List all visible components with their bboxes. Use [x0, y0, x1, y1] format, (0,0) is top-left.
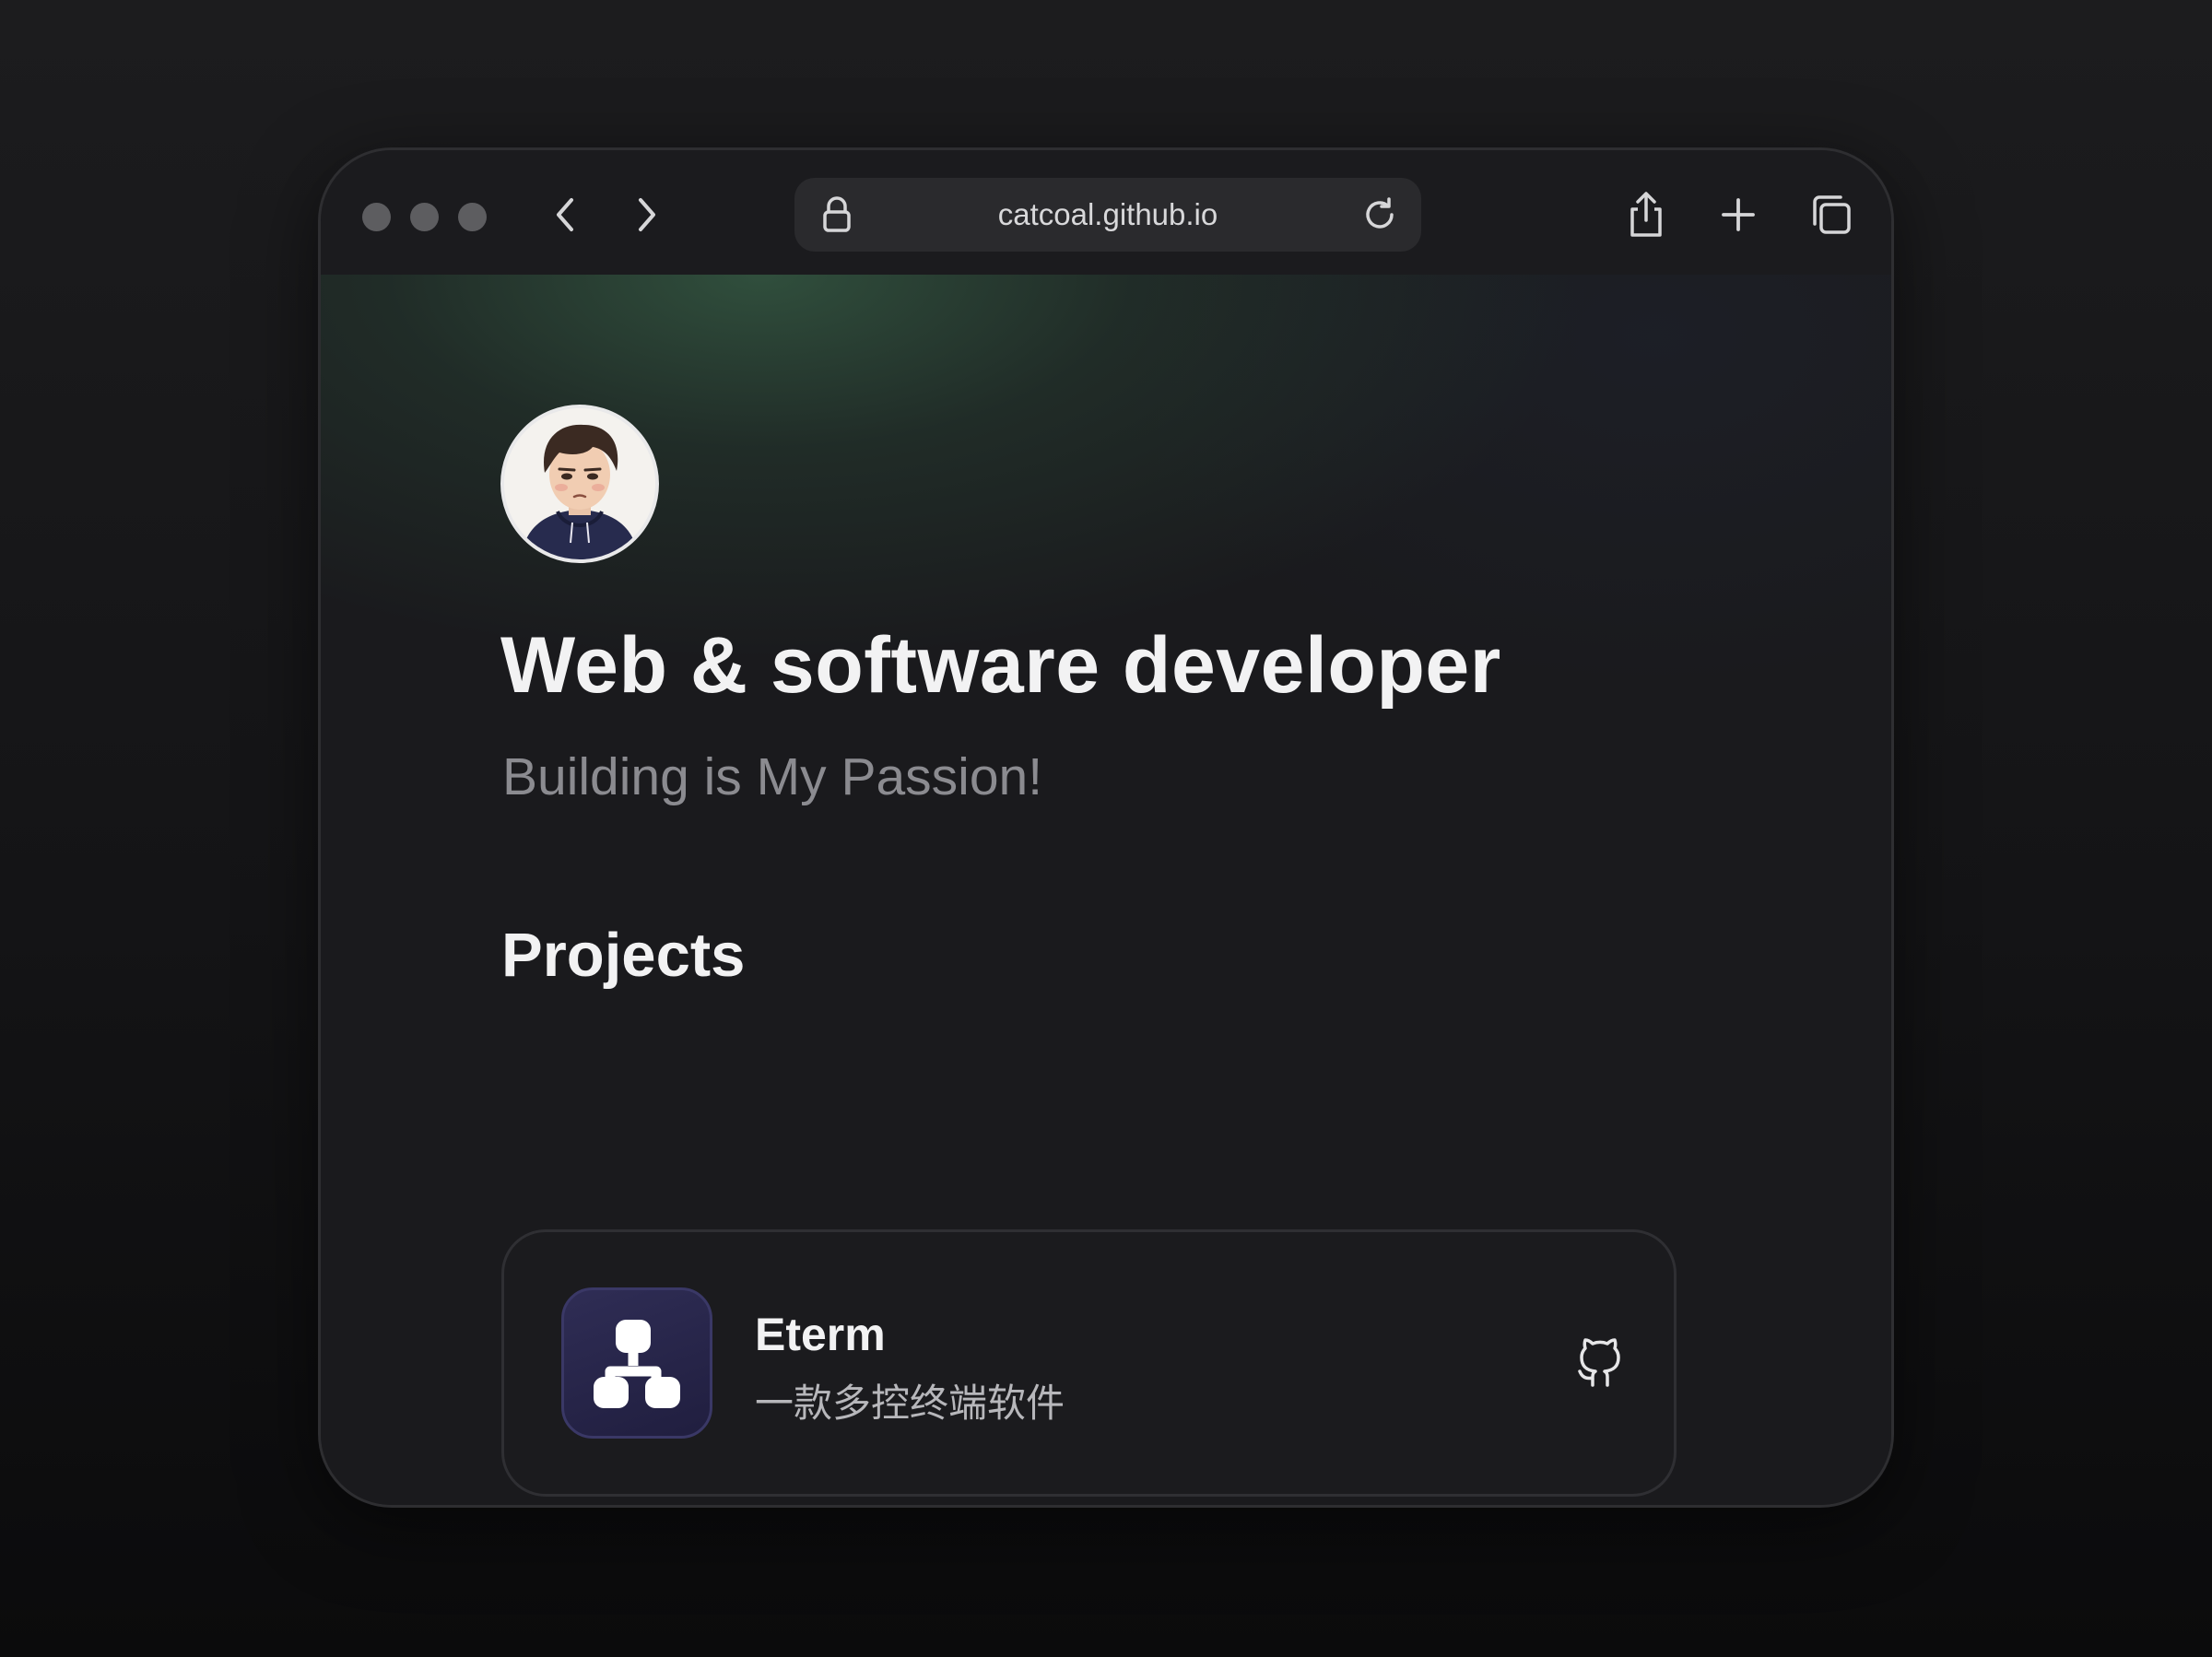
avatar [500, 405, 659, 563]
github-icon[interactable] [1571, 1334, 1630, 1393]
project-icon [561, 1287, 712, 1439]
project-card-eterm[interactable]: Eterm 一款多控终端软件 [501, 1229, 1677, 1497]
url-text: catcoal.github.io [997, 197, 1218, 231]
projects-heading: Projects [501, 921, 746, 990]
share-icon [1630, 192, 1662, 237]
address-bar[interactable]: catcoal.github.io [794, 178, 1421, 252]
project-name: Eterm [755, 1309, 886, 1360]
share-button[interactable] [1618, 187, 1674, 242]
tabs-overview-icon [1813, 195, 1851, 234]
window-close-button[interactable] [362, 203, 391, 231]
back-button[interactable] [543, 193, 587, 237]
network-nodes-icon [594, 1320, 680, 1408]
hero-title: Web & software developer [500, 621, 1501, 710]
browser-toolbar: catcoal.github.io [321, 150, 1891, 275]
chevron-left-icon [557, 198, 573, 231]
project-description: 一款多控终端软件 [755, 1381, 1065, 1425]
window-zoom-button[interactable] [458, 203, 487, 231]
new-tab-button[interactable] [1711, 187, 1766, 242]
forward-button[interactable] [625, 193, 669, 237]
plus-icon [1722, 198, 1755, 231]
reload-icon[interactable] [1359, 194, 1401, 236]
window-minimize-button[interactable] [410, 203, 439, 231]
chevron-right-icon [639, 198, 655, 231]
hero-subtitle: Building is My Passion! [502, 747, 1043, 806]
avatar-illustration [504, 408, 655, 559]
browser-window: catcoal.github.io Web & software develop… [318, 147, 1894, 1508]
tabs-overview-button[interactable] [1804, 187, 1859, 242]
page-content: Web & software developer Building is My … [321, 275, 1891, 1505]
